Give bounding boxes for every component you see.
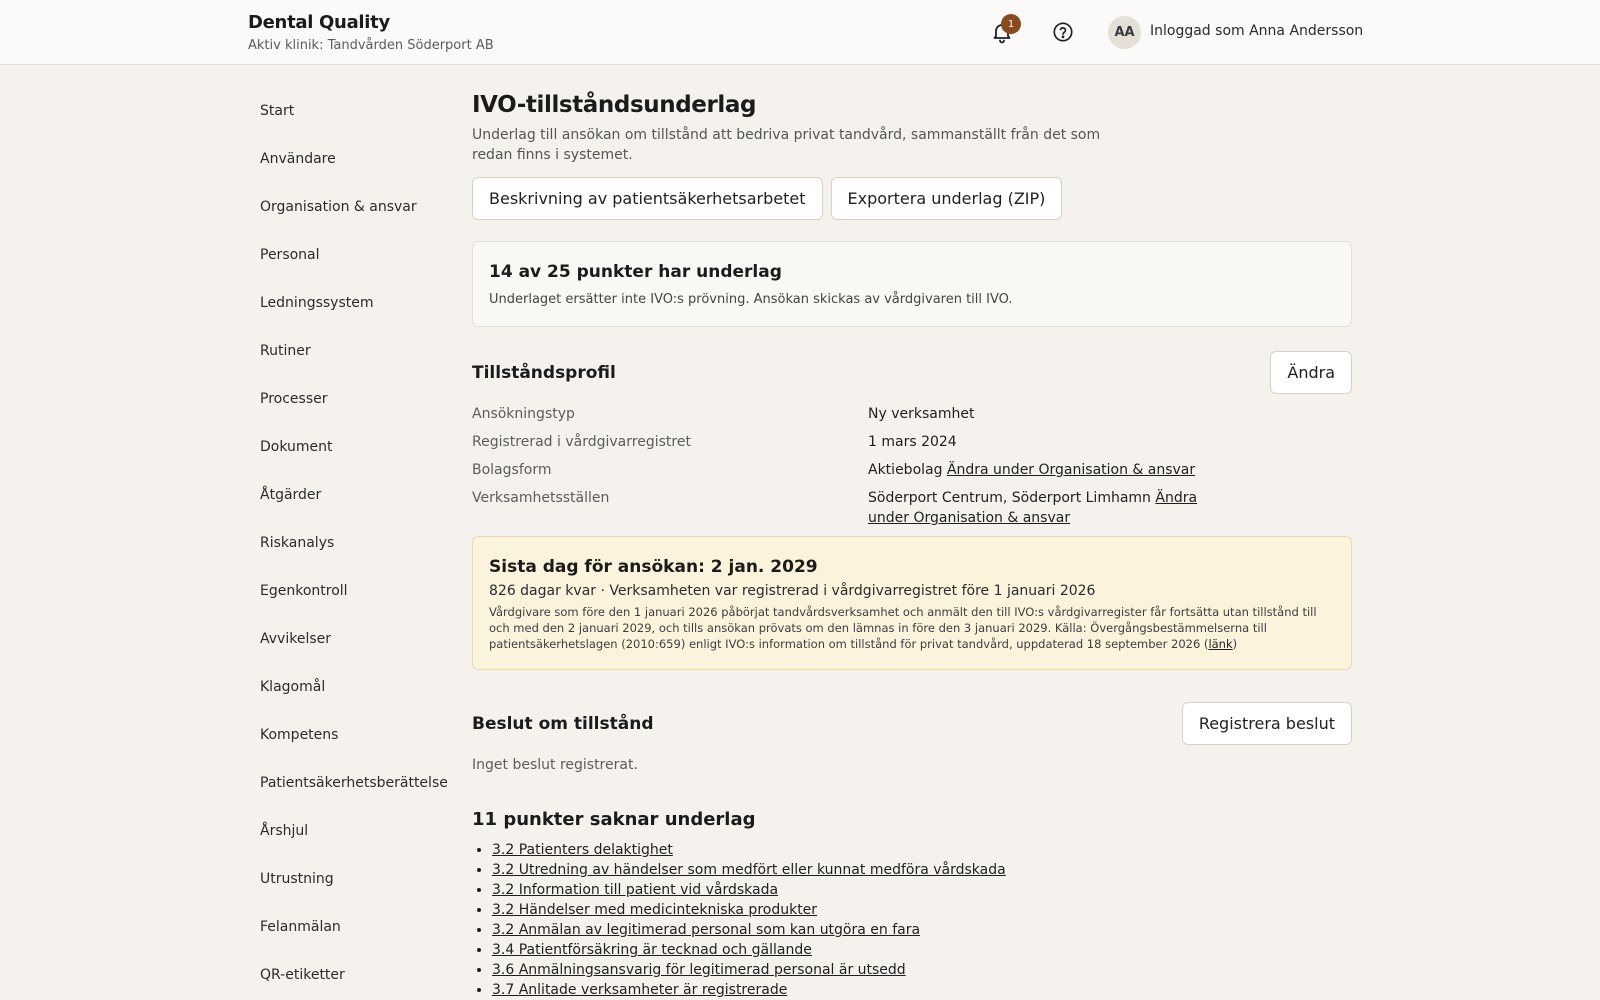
patient-safety-description-button[interactable]: Beskrivning av patientsäkerhetsarbetet bbox=[472, 177, 823, 220]
brand: Dental Quality Aktiv klinik: Tandvården … bbox=[248, 12, 494, 53]
sidebar-item-atgarder[interactable]: Åtgärder bbox=[260, 484, 448, 532]
profile-label: Registrerad i vårdgivarregistret bbox=[472, 434, 691, 450]
user-label[interactable]: Inloggad som Anna Andersson bbox=[1150, 23, 1363, 39]
main-content: IVO-tillståndsunderlag Underlag till ans… bbox=[472, 92, 1352, 1000]
permit-decision: Beslut om tillstånd Registrera beslut In… bbox=[472, 702, 1352, 773]
sidebar-nav: Start Användare Organisation & ansvar Pe… bbox=[260, 100, 448, 1000]
list-item: 3.2 Händelser med medicintekniska produk… bbox=[492, 900, 1352, 920]
deadline-title: Sista dag för ansökan: 2 jan. 2029 bbox=[489, 557, 818, 577]
deadline-subtitle: 826 dagar kvar · Verksamheten var regist… bbox=[489, 583, 1096, 599]
sidebar-item-qr-etiketter[interactable]: QR-etiketter bbox=[260, 964, 448, 1000]
list-item: 3.6 Anmälningsansvarig för legitimerad p… bbox=[492, 960, 1352, 980]
permit-profile: Tillståndsprofil Ändra Ansökningstyp Ny … bbox=[472, 351, 1352, 528]
sidebar-item-egenkontroll[interactable]: Egenkontroll bbox=[260, 580, 448, 628]
decision-title: Beslut om tillstånd bbox=[472, 713, 654, 734]
profile-row: Ansökningstyp Ny verksamhet bbox=[472, 404, 1352, 424]
list-item: 3.2 Information till patient vid vårdska… bbox=[492, 880, 1352, 900]
help-icon[interactable] bbox=[1052, 21, 1074, 43]
profile-value: 1 mars 2024 bbox=[868, 432, 1228, 452]
profile-value-text: Ny verksamhet bbox=[868, 406, 975, 422]
export-zip-button[interactable]: Exportera underlag (ZIP) bbox=[830, 177, 1063, 220]
active-clinic: Aktiv klinik: Tandvården Söderport AB bbox=[248, 38, 494, 53]
top-bar: Dental Quality Aktiv klinik: Tandvården … bbox=[0, 0, 1600, 65]
profile-label: Bolagsform bbox=[472, 462, 552, 478]
list-item: 3.2 Patienters delaktighet bbox=[492, 840, 1352, 860]
missing-item-link[interactable]: 3.2 Patienters delaktighet bbox=[492, 842, 673, 858]
sidebar-item-utrustning[interactable]: Utrustning bbox=[260, 868, 448, 916]
profile-row: Registrerad i vårdgivarregistret 1 mars … bbox=[472, 432, 1352, 452]
profile-value: Aktiebolag Ändra under Organisation & an… bbox=[868, 460, 1228, 480]
list-item: 3.7 Anlitade verksamheter är registrerad… bbox=[492, 980, 1352, 1000]
missing-item-link[interactable]: 3.2 Utredning av händelser som medfört e… bbox=[492, 862, 1006, 878]
profile-grid: Ansökningstyp Ny verksamhet Registrerad … bbox=[472, 404, 1352, 528]
avatar[interactable]: AA bbox=[1108, 16, 1141, 49]
summary-text: Underlaget ersätter inte IVO:s prövning.… bbox=[489, 292, 1013, 307]
sidebar-item-avvikelser[interactable]: Avvikelser bbox=[260, 628, 448, 676]
sidebar-item-riskanalys[interactable]: Riskanalys bbox=[260, 532, 448, 580]
missing-item-link[interactable]: 3.2 Händelser med medicintekniska produk… bbox=[492, 902, 817, 918]
sidebar-item-rutiner[interactable]: Rutiner bbox=[260, 340, 448, 388]
profile-row: Verksamhetsställen Söderport Centrum, Sö… bbox=[472, 488, 1352, 528]
profile-label: Verksamhetsställen bbox=[472, 490, 610, 506]
missing-item-link[interactable]: 3.7 Anlitade verksamheter är registrerad… bbox=[492, 982, 787, 998]
profile-value-text: Söderport Centrum, Söderport Limhamn bbox=[868, 490, 1151, 506]
sidebar-item-ledningssystem[interactable]: Ledningssystem bbox=[260, 292, 448, 340]
page-description: Underlag till ansökan om tillstånd att b… bbox=[472, 127, 1101, 163]
sidebar-item-anvandare[interactable]: Användare bbox=[260, 148, 448, 196]
deadline-notice: Sista dag för ansökan: 2 jan. 2029 826 d… bbox=[472, 536, 1352, 670]
app-title[interactable]: Dental Quality bbox=[248, 12, 494, 33]
profile-value: Söderport Centrum, Söderport Limhamn Änd… bbox=[868, 488, 1228, 528]
source-link[interactable]: länk bbox=[1208, 637, 1232, 651]
summary-title: 14 av 25 punkter har underlag bbox=[489, 262, 782, 282]
decision-empty-text: Inget beslut registrerat. bbox=[472, 757, 638, 773]
sidebar-item-kompetens[interactable]: Kompetens bbox=[260, 724, 448, 772]
profile-value: Ny verksamhet bbox=[868, 404, 1228, 424]
profile-title: Tillståndsprofil bbox=[472, 362, 616, 383]
sidebar-item-start[interactable]: Start bbox=[260, 100, 448, 148]
missing-list: 3.2 Patienters delaktighet 3.2 Utredning… bbox=[472, 840, 1352, 1000]
profile-value-text: 1 mars 2024 bbox=[868, 434, 957, 450]
edit-organisation-link[interactable]: Ändra under Organisation & ansvar bbox=[947, 462, 1195, 478]
missing-item-link[interactable]: 3.2 Information till patient vid vårdska… bbox=[492, 882, 778, 898]
page-title: IVO-tillståndsunderlag bbox=[472, 92, 757, 118]
list-item: 3.4 Patientförsäkring är tecknad och gäl… bbox=[492, 940, 1352, 960]
missing-item-link[interactable]: 3.4 Patientförsäkring är tecknad och gäl… bbox=[492, 942, 812, 958]
missing-item-link[interactable]: 3.6 Anmälningsansvarig för legitimerad p… bbox=[492, 962, 906, 978]
action-buttons: Beskrivning av patientsäkerhetsarbetet E… bbox=[472, 177, 1352, 220]
sidebar-item-felanmalan[interactable]: Felanmälan bbox=[260, 916, 448, 964]
register-decision-button[interactable]: Registrera beslut bbox=[1181, 702, 1352, 745]
sidebar-item-organisation[interactable]: Organisation & ansvar bbox=[260, 196, 448, 244]
profile-label: Ansökningstyp bbox=[472, 406, 575, 422]
sidebar-item-klagomal[interactable]: Klagomål bbox=[260, 676, 448, 724]
notification-badge: 1 bbox=[1001, 14, 1021, 34]
sidebar-item-arshjul[interactable]: Årshjul bbox=[260, 820, 448, 868]
list-item: 3.2 Utredning av händelser som medfört e… bbox=[492, 860, 1352, 880]
edit-profile-button[interactable]: Ändra bbox=[1270, 351, 1352, 394]
missing-items: 11 punkter saknar underlag 3.2 Patienter… bbox=[472, 809, 1352, 1000]
sidebar-item-patientsakerhetsberattelse[interactable]: Patientsäkerhetsberättelse bbox=[260, 772, 448, 820]
missing-item-link[interactable]: 3.2 Anmälan av legitimerad personal som … bbox=[492, 922, 920, 938]
deadline-note-text: Vårdgivare som före den 1 januari 2026 p… bbox=[489, 605, 1317, 651]
list-item: 3.2 Anmälan av legitimerad personal som … bbox=[492, 920, 1352, 940]
sidebar-item-processer[interactable]: Processer bbox=[260, 388, 448, 436]
sidebar-item-dokument[interactable]: Dokument bbox=[260, 436, 448, 484]
profile-value-text: Aktiebolag bbox=[868, 462, 943, 478]
sidebar-item-personal[interactable]: Personal bbox=[260, 244, 448, 292]
coverage-summary: 14 av 25 punkter har underlag Underlaget… bbox=[472, 241, 1352, 327]
profile-row: Bolagsform Aktiebolag Ändra under Organi… bbox=[472, 460, 1352, 480]
deadline-note: Vårdgivare som före den 1 januari 2026 p… bbox=[489, 605, 1317, 651]
missing-title: 11 punkter saknar underlag bbox=[472, 809, 756, 830]
